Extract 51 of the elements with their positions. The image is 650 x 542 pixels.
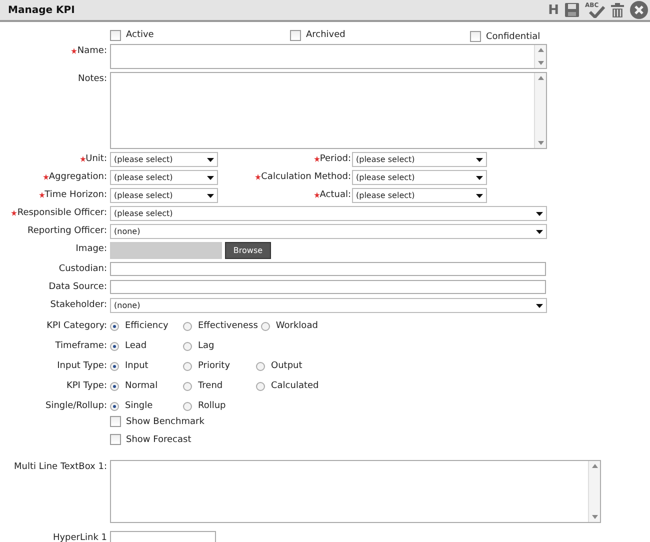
field-label: Data Source: [48, 282, 107, 292]
field-label: Timeframe: [55, 341, 107, 351]
radio-label: Rollup [198, 401, 226, 411]
checkbox-label: Archived [306, 30, 346, 40]
checkbox-label: Show Benchmark [126, 416, 204, 426]
browse-button[interactable]: Browse [225, 242, 271, 259]
field-label: KPI Type: [66, 381, 107, 391]
field-label: Name: [77, 46, 107, 56]
field-label: Actual: [320, 190, 351, 200]
radio-label: Efficiency [125, 321, 168, 331]
field-label: Image: [76, 244, 107, 254]
radio-label: Calculated [271, 381, 319, 391]
field-label: Single/Rollup: [45, 401, 107, 411]
dropdown[interactable]: (please select) [110, 152, 218, 167]
field-label: Multi Line TextBox 1: [14, 462, 107, 472]
dropdown[interactable]: (please select) [352, 170, 487, 185]
field-label: HyperLink 1 [52, 533, 107, 542]
field-label: Notes: [78, 74, 107, 84]
dropdown[interactable]: (none) [110, 224, 547, 239]
radio-label: Lead [125, 341, 147, 351]
dropdown[interactable]: (please select) [110, 170, 218, 185]
checkbox-label: Active [126, 30, 154, 40]
radio-label: Priority [198, 361, 230, 371]
radio-label: Effectiveness [198, 321, 258, 331]
field-label: Input Type: [57, 361, 107, 371]
radio-label: Trend [198, 381, 223, 391]
field-label: Aggregation: [48, 172, 107, 182]
field-label: Stakeholder: [50, 300, 107, 310]
checkbox-label: Confidential [486, 32, 540, 42]
dropdown[interactable]: (please select) [352, 188, 487, 203]
field-label: Custodian: [58, 264, 107, 274]
radio-label: Lag [198, 341, 214, 351]
checkbox-label: Show Forecast [126, 434, 192, 444]
dropdown[interactable]: (none) [110, 298, 547, 313]
field-label: Reporting Officer: [28, 226, 107, 236]
field-label: Unit: [86, 154, 107, 164]
field-label: Time Horizon: [44, 190, 107, 200]
window-title: Manage KPI [8, 4, 75, 16]
radio-label: Input [125, 361, 148, 371]
h-button[interactable]: H [548, 1, 559, 19]
dropdown[interactable]: (please select) [110, 188, 218, 203]
field-label: Period: [320, 154, 351, 164]
dropdown[interactable]: (please select) [110, 206, 547, 221]
field-label: KPI Category: [46, 321, 107, 331]
radio-label: Output [271, 361, 302, 371]
field-label: Responsible Officer: [17, 208, 107, 218]
field-label: Calculation Method: [261, 172, 351, 182]
radio-label: Normal [125, 381, 158, 391]
radio-label: Workload [276, 321, 318, 331]
radio-label: Single [125, 401, 153, 411]
dropdown[interactable]: (please select) [352, 152, 487, 167]
